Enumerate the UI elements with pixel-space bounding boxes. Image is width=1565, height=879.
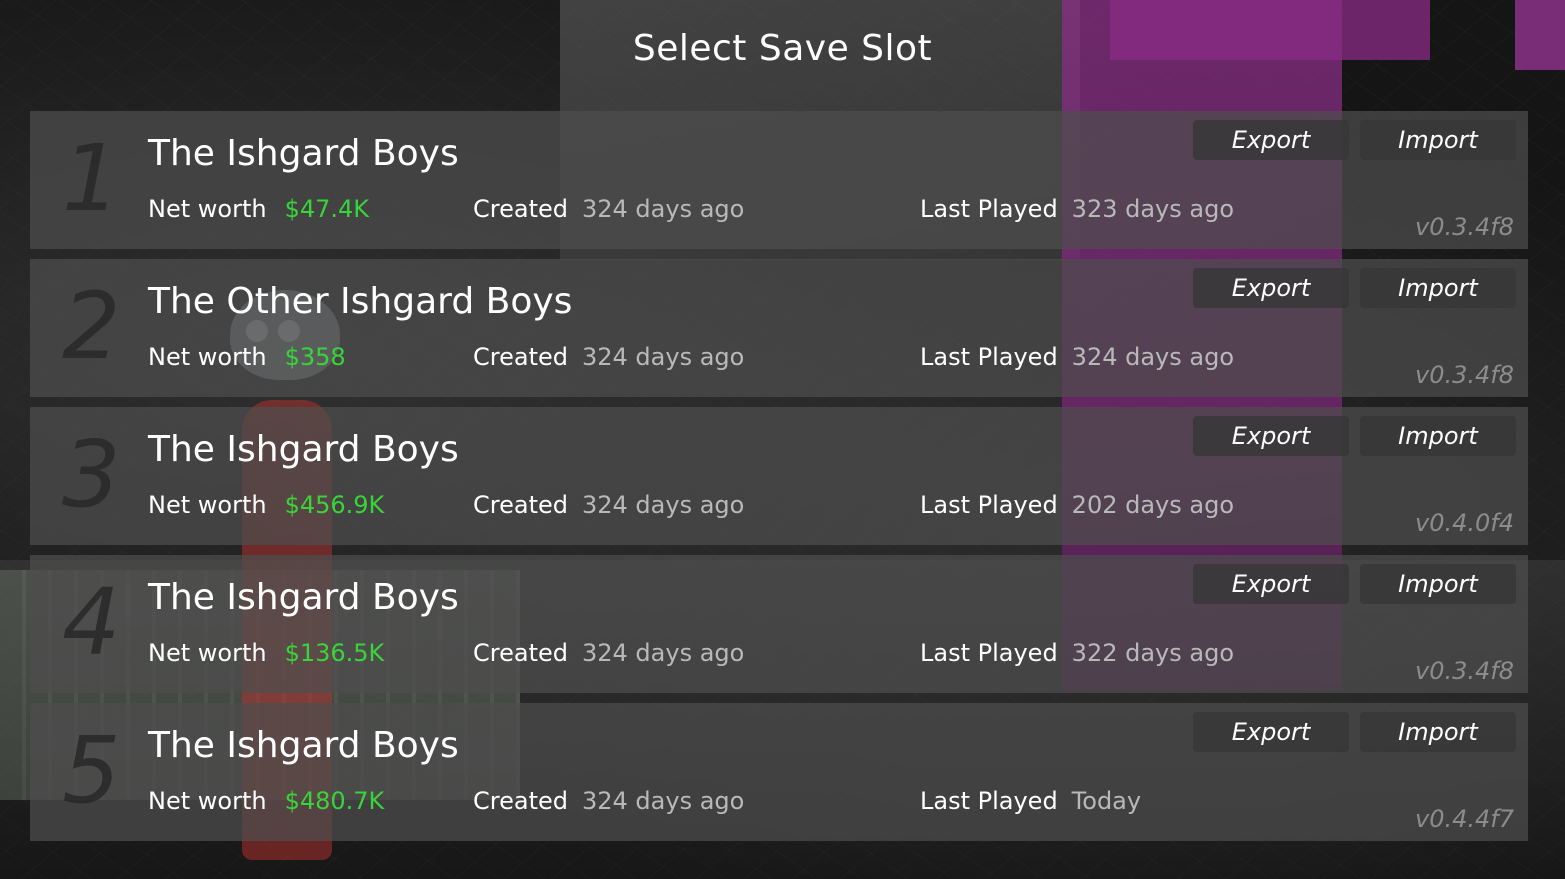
created-value: 324 days ago	[581, 639, 745, 667]
net-worth-value: $358	[284, 343, 346, 371]
slot-number: 3	[62, 421, 121, 528]
net-worth-value: $456.9K	[284, 491, 385, 519]
created-value: 324 days ago	[581, 787, 745, 815]
slot-number: 2	[62, 273, 121, 380]
created-stat: Created 324 days ago	[473, 195, 744, 223]
created-label: Created	[473, 195, 568, 223]
last-played-value: 202 days ago	[1071, 491, 1235, 519]
slot-name: The Ishgard Boys	[148, 577, 459, 618]
import-button[interactable]: Import	[1360, 268, 1516, 308]
net-worth-value: $47.4K	[284, 195, 370, 223]
version-label: v0.4.4f7	[1415, 805, 1514, 833]
created-label: Created	[473, 491, 568, 519]
slot-number: 1	[62, 125, 121, 232]
last-played-value: Today	[1071, 787, 1142, 815]
import-button[interactable]: Import	[1360, 564, 1516, 604]
last-played-label: Last Played	[920, 639, 1058, 667]
slot-name: The Ishgard Boys	[148, 133, 459, 174]
slot-number: 5	[62, 717, 121, 824]
slot-name: The Other Ishgard Boys	[148, 281, 573, 322]
save-select-screen: Select Save Slot 1 The Ishgard Boys Net …	[0, 0, 1565, 879]
last-played-label: Last Played	[920, 195, 1058, 223]
save-slot-4[interactable]: 4 The Ishgard Boys Net worth $136.5K Crea…	[30, 555, 1528, 693]
created-stat: Created 324 days ago	[473, 639, 744, 667]
export-button[interactable]: Export	[1193, 268, 1349, 308]
last-played-stat: Last Played 322 days ago	[920, 639, 1234, 667]
version-label: v0.3.4f8	[1415, 213, 1514, 241]
net-worth-stat: Net worth $47.4K	[148, 195, 369, 223]
net-worth-label: Net worth	[148, 491, 267, 519]
created-stat: Created 324 days ago	[473, 491, 744, 519]
net-worth-label: Net worth	[148, 343, 267, 371]
last-played-stat: Last Played Today	[920, 787, 1141, 815]
export-button[interactable]: Export	[1193, 564, 1349, 604]
import-button[interactable]: Import	[1360, 416, 1516, 456]
import-button[interactable]: Import	[1360, 120, 1516, 160]
net-worth-value: $480.7K	[284, 787, 385, 815]
last-played-value: 324 days ago	[1071, 343, 1235, 371]
created-label: Created	[473, 343, 568, 371]
last-played-label: Last Played	[920, 491, 1058, 519]
last-played-stat: Last Played 323 days ago	[920, 195, 1234, 223]
version-label: v0.4.0f4	[1415, 509, 1514, 537]
last-played-value: 323 days ago	[1071, 195, 1235, 223]
last-played-label: Last Played	[920, 787, 1058, 815]
created-label: Created	[473, 787, 568, 815]
net-worth-value: $136.5K	[284, 639, 385, 667]
slot-number: 4	[62, 569, 121, 676]
net-worth-stat: Net worth $456.9K	[148, 491, 384, 519]
net-worth-label: Net worth	[148, 787, 267, 815]
created-value: 324 days ago	[581, 491, 745, 519]
save-slot-5[interactable]: 5 The Ishgard Boys Net worth $480.7K Crea…	[30, 703, 1528, 841]
last-played-label: Last Played	[920, 343, 1058, 371]
version-label: v0.3.4f8	[1415, 361, 1514, 389]
version-label: v0.3.4f8	[1415, 657, 1514, 685]
created-stat: Created 324 days ago	[473, 787, 744, 815]
export-button[interactable]: Export	[1193, 120, 1349, 160]
created-label: Created	[473, 639, 568, 667]
page-title: Select Save Slot	[632, 28, 933, 69]
save-slot-1[interactable]: 1 The Ishgard Boys Net worth $47.4K Creat…	[30, 111, 1528, 249]
net-worth-label: Net worth	[148, 195, 267, 223]
export-button[interactable]: Export	[1193, 416, 1349, 456]
last-played-value: 322 days ago	[1071, 639, 1235, 667]
save-slot-3[interactable]: 3 The Ishgard Boys Net worth $456.9K Crea…	[30, 407, 1528, 545]
net-worth-stat: Net worth $136.5K	[148, 639, 384, 667]
last-played-stat: Last Played 202 days ago	[920, 491, 1234, 519]
import-button[interactable]: Import	[1360, 712, 1516, 752]
created-stat: Created 324 days ago	[473, 343, 744, 371]
last-played-stat: Last Played 324 days ago	[920, 343, 1234, 371]
created-value: 324 days ago	[581, 195, 745, 223]
export-button[interactable]: Export	[1193, 712, 1349, 752]
slot-name: The Ishgard Boys	[148, 429, 459, 470]
save-slot-2[interactable]: 2 The Other Ishgard Boys Net worth $358 C…	[30, 259, 1528, 397]
net-worth-label: Net worth	[148, 639, 267, 667]
slot-name: The Ishgard Boys	[148, 725, 459, 766]
net-worth-stat: Net worth $358	[148, 343, 346, 371]
net-worth-stat: Net worth $480.7K	[148, 787, 384, 815]
created-value: 324 days ago	[581, 343, 745, 371]
